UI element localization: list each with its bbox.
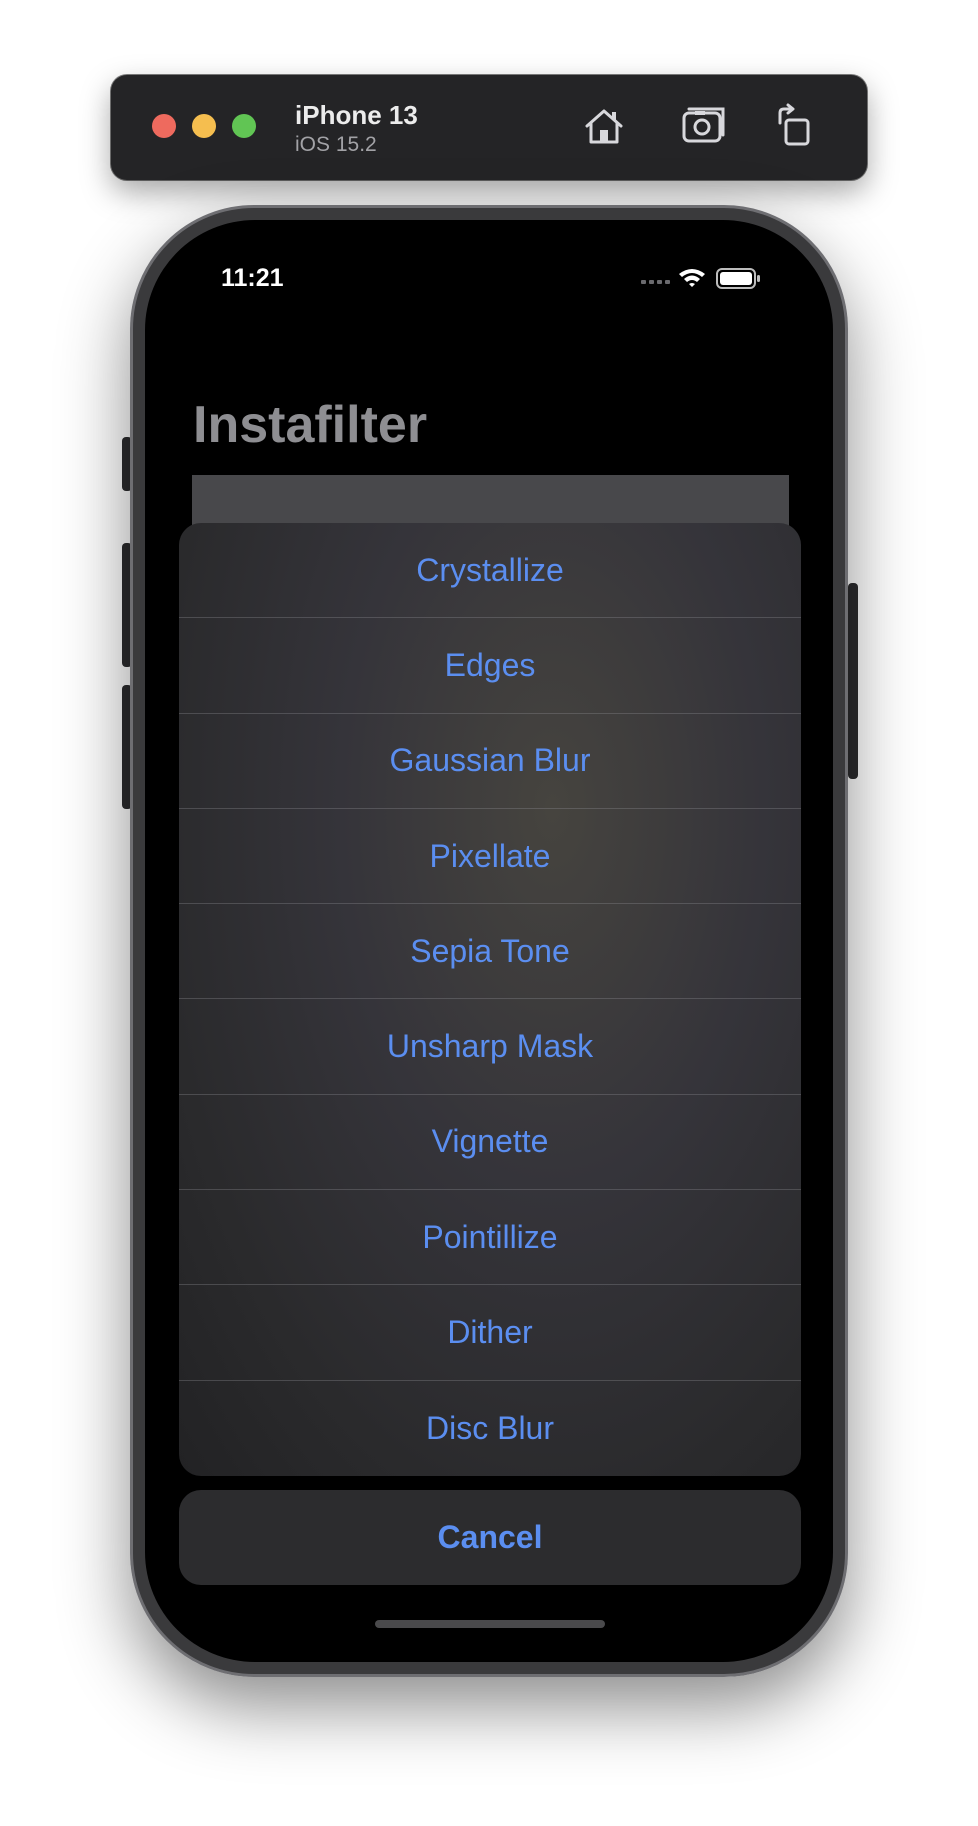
battery-icon: [716, 268, 760, 289]
cellular-icon: [641, 280, 670, 284]
action-crystallize[interactable]: Crystallize: [179, 523, 801, 619]
action-unsharp-mask[interactable]: Unsharp Mask: [179, 999, 801, 1095]
power-button: [848, 583, 858, 779]
os-version: iOS 15.2: [295, 133, 377, 156]
home-indicator[interactable]: [375, 1620, 605, 1628]
action-gaussian-blur[interactable]: Gaussian Blur: [179, 714, 801, 809]
wifi-icon: [679, 269, 705, 287]
cancel-button[interactable]: Cancel: [179, 1490, 801, 1585]
status-icons: [641, 266, 771, 292]
status-time: 11:21: [221, 264, 284, 292]
action-edges[interactable]: Edges: [179, 618, 801, 714]
minimize-window-button[interactable]: [192, 114, 216, 138]
rotate-icon[interactable]: [772, 103, 818, 149]
action-sepia-tone[interactable]: Sepia Tone: [179, 904, 801, 1000]
device-name: iPhone 13: [295, 100, 418, 130]
page-title: Instafilter: [193, 396, 428, 454]
action-pointillize[interactable]: Pointillize: [179, 1190, 801, 1286]
screenshot-icon[interactable]: [681, 103, 727, 149]
action-disc-blur[interactable]: Disc Blur: [179, 1381, 801, 1476]
action-vignette[interactable]: Vignette: [179, 1095, 801, 1191]
phone-screen: 11:21 Instafilter Crystallize Edges Gaus…: [145, 220, 833, 1662]
zoom-window-button[interactable]: [232, 114, 256, 138]
home-icon[interactable]: [581, 103, 627, 149]
filter-action-sheet: Crystallize Edges Gaussian Blur Pixellat…: [179, 523, 801, 1476]
simulator-title-bar: [111, 75, 867, 180]
action-dither[interactable]: Dither: [179, 1285, 801, 1381]
close-window-button[interactable]: [152, 114, 176, 138]
action-pixellate[interactable]: Pixellate: [179, 809, 801, 905]
